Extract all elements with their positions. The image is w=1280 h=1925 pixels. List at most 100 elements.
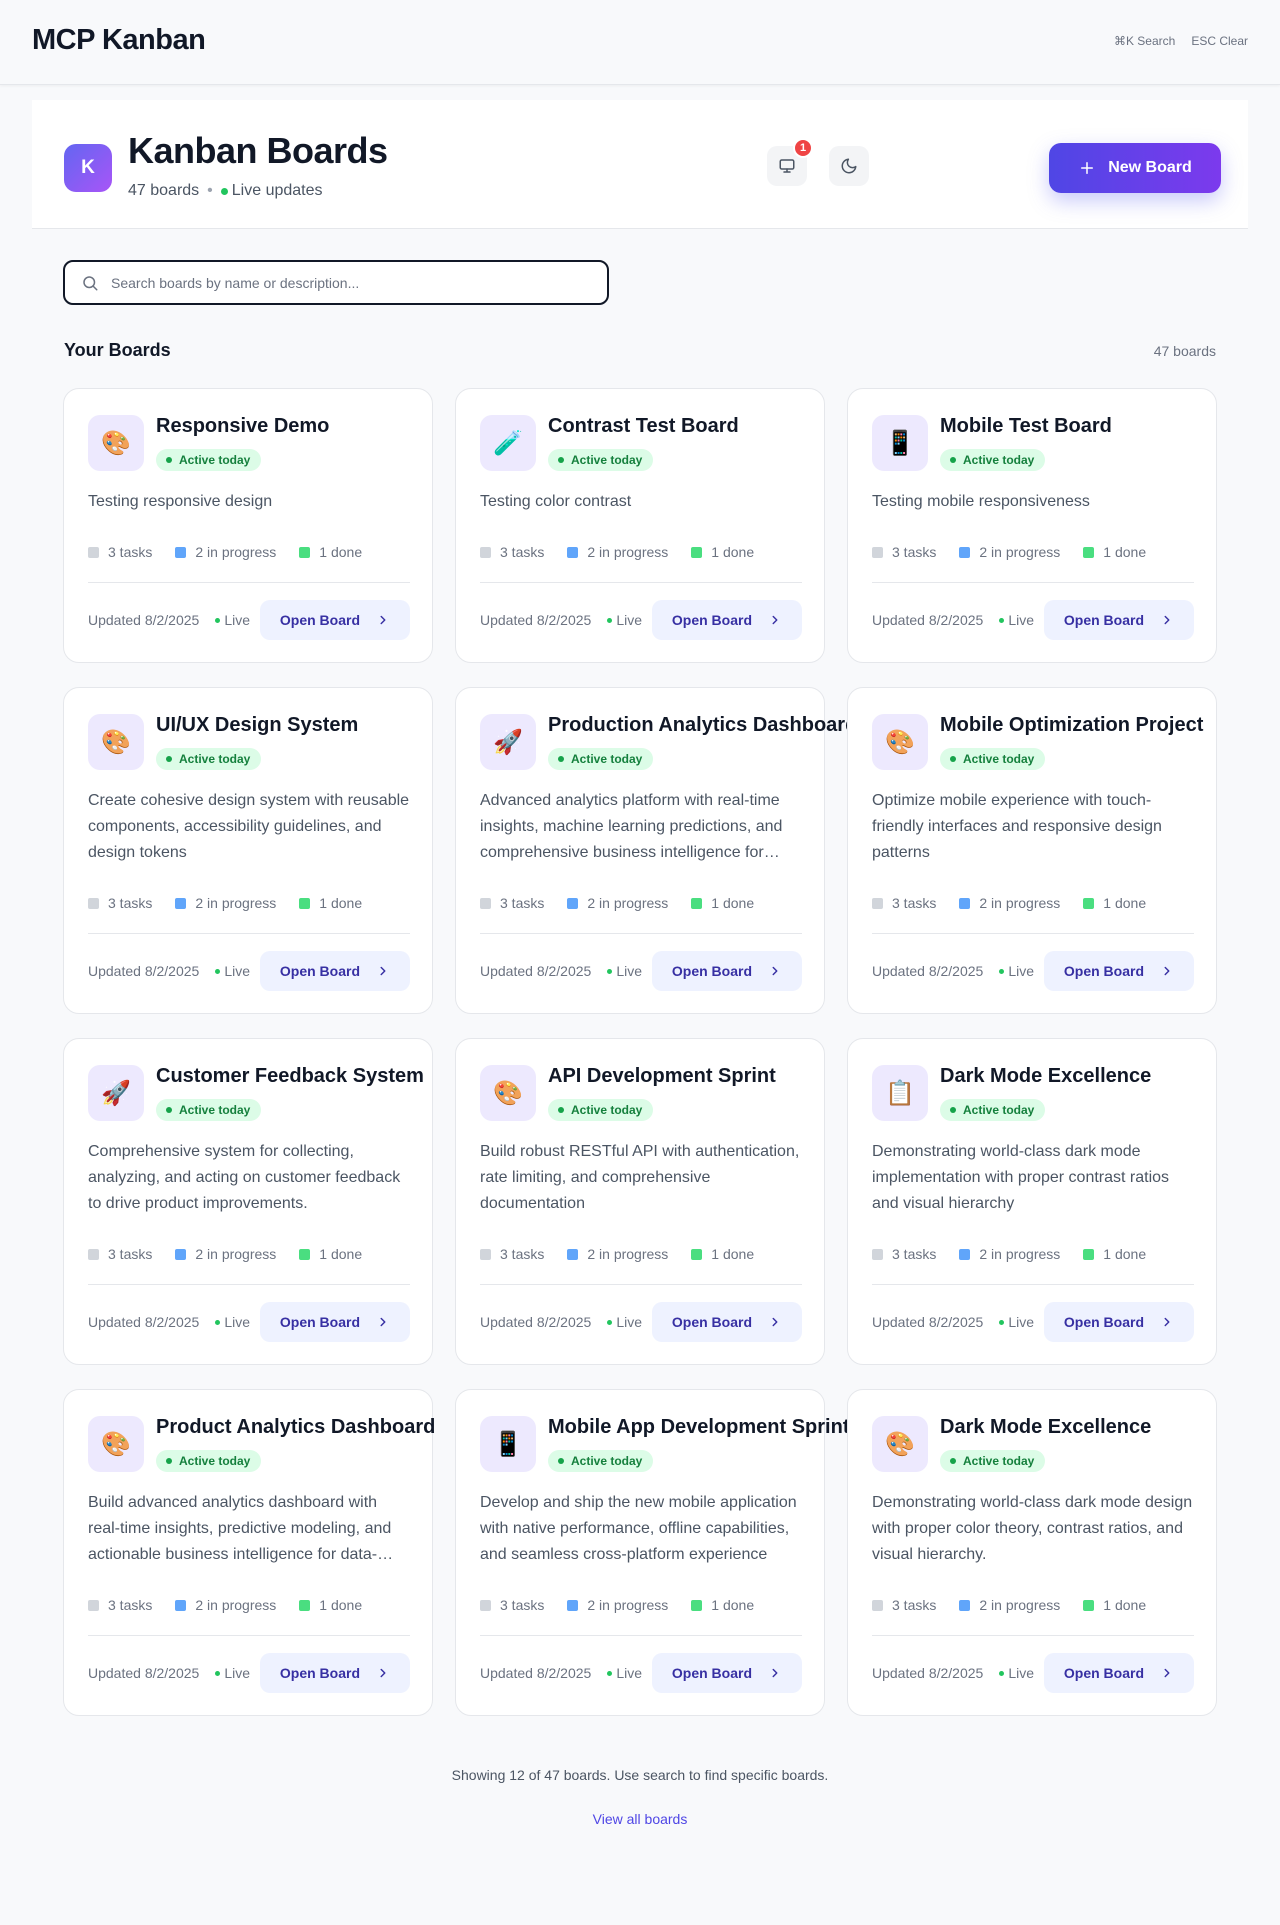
card-footer: Updated 8/2/2025 Live Open Board bbox=[480, 1302, 802, 1342]
board-card[interactable]: 🚀 Production Analytics Dashboard Active … bbox=[455, 687, 857, 1014]
card-divider bbox=[88, 1284, 410, 1285]
open-board-button[interactable]: Open Board bbox=[651, 1302, 802, 1342]
activity-badge: Active today bbox=[548, 748, 654, 770]
board-stats: 3 tasks 2 in progress 1 done bbox=[88, 1597, 362, 1613]
in-progress-swatch bbox=[567, 546, 579, 558]
board-card[interactable]: 📋 Dark Mode Excellence Active today Demo… bbox=[847, 1038, 1217, 1365]
card-footer: Updated 8/2/2025 Live Open Board bbox=[88, 951, 410, 991]
board-title: Mobile App Development Sprint bbox=[548, 1416, 850, 1438]
live-indicator: Live bbox=[999, 612, 1034, 628]
board-description: Comprehensive system for collecting, ana… bbox=[88, 1143, 401, 1212]
in-progress-stat: 2 in progress bbox=[567, 544, 668, 560]
board-card[interactable]: 🎨 Mobile Optimization Project Active tod… bbox=[847, 687, 1217, 1014]
done-count: 1 done bbox=[1103, 1597, 1147, 1613]
done-swatch bbox=[299, 1599, 311, 1611]
updated-date: Updated 8/2/2025 bbox=[872, 1665, 984, 1681]
tasks-swatch bbox=[872, 1599, 883, 1611]
open-board-button[interactable]: Open Board bbox=[259, 600, 410, 640]
in-progress-swatch bbox=[959, 1599, 971, 1611]
tasks-count: 3 tasks bbox=[892, 544, 937, 560]
live-indicator: Live bbox=[999, 1665, 1034, 1681]
board-stats: 3 tasks 2 in progress 1 done bbox=[88, 895, 362, 911]
tasks-count: 3 tasks bbox=[500, 1246, 545, 1262]
tasks-stat: 3 tasks bbox=[88, 1597, 152, 1613]
board-title: API Development Sprint bbox=[548, 1065, 776, 1087]
board-title: Mobile Optimization Project bbox=[940, 714, 1204, 736]
open-board-button[interactable]: Open Board bbox=[651, 951, 802, 991]
card-footer: Updated 8/2/2025 Live Open Board bbox=[872, 1302, 1194, 1342]
open-board-button[interactable]: Open Board bbox=[1043, 600, 1194, 640]
done-count: 1 done bbox=[1103, 544, 1147, 560]
board-card[interactable]: 🎨 Dark Mode Excellence Active today Demo… bbox=[847, 1389, 1217, 1716]
section-board-count: 47 boards bbox=[1153, 343, 1216, 359]
new-board-button[interactable]: New Board bbox=[1049, 143, 1221, 193]
board-description: Testing responsive design bbox=[88, 493, 273, 510]
open-board-label: Open Board bbox=[279, 963, 360, 979]
board-card[interactable]: 🎨 API Development Sprint Active today Bu… bbox=[455, 1038, 825, 1365]
board-card[interactable]: 🎨 Responsive Demo Active today Testing r… bbox=[63, 388, 433, 663]
open-board-label: Open Board bbox=[1063, 1665, 1144, 1681]
board-card[interactable]: 🎨 UI/UX Design System Active today Creat… bbox=[63, 687, 433, 1014]
activity-dot bbox=[166, 1107, 172, 1113]
open-board-button[interactable]: Open Board bbox=[1043, 1302, 1194, 1342]
open-board-button[interactable]: Open Board bbox=[259, 1653, 410, 1693]
live-label: Live bbox=[616, 1665, 643, 1681]
card-divider bbox=[480, 933, 802, 934]
card-footer: Updated 8/2/2025 Live Open Board bbox=[88, 600, 410, 640]
chevron-right-icon bbox=[380, 966, 386, 976]
tasks-swatch bbox=[480, 1599, 491, 1611]
board-stats: 3 tasks 2 in progress 1 done bbox=[872, 1246, 1146, 1262]
live-dot bbox=[215, 1670, 221, 1676]
board-card[interactable]: 🎨 Product Analytics Dashboard Active tod… bbox=[63, 1389, 435, 1716]
board-emoji-icon: 🧪 bbox=[480, 415, 536, 471]
card-divider bbox=[872, 1284, 1194, 1285]
live-updates-label: Live updates bbox=[231, 182, 323, 199]
open-board-button[interactable]: Open Board bbox=[1043, 951, 1194, 991]
in-progress-stat: 2 in progress bbox=[959, 895, 1060, 911]
live-label: Live bbox=[1008, 1314, 1035, 1330]
open-board-button[interactable]: Open Board bbox=[651, 600, 802, 640]
view-all-boards-link[interactable]: View all boards bbox=[32, 1811, 1248, 1827]
done-count: 1 done bbox=[1103, 1246, 1147, 1262]
in-progress-count: 2 in progress bbox=[587, 1597, 669, 1613]
theme-toggle-button[interactable] bbox=[829, 146, 869, 186]
board-card[interactable]: 📱 Mobile App Development Sprint Active t… bbox=[455, 1389, 850, 1716]
tasks-swatch bbox=[872, 897, 883, 909]
updated-date: Updated 8/2/2025 bbox=[872, 1314, 984, 1330]
search-box[interactable] bbox=[63, 260, 609, 305]
open-board-button[interactable]: Open Board bbox=[259, 951, 410, 991]
board-card[interactable]: 🚀 Customer Feedback System Active today … bbox=[63, 1038, 433, 1365]
board-card[interactable]: 📱 Mobile Test Board Active today Testing… bbox=[847, 388, 1217, 663]
in-progress-stat: 2 in progress bbox=[567, 1597, 668, 1613]
board-title: UI/UX Design System bbox=[156, 714, 359, 736]
board-emoji-icon: 🎨 bbox=[480, 1065, 536, 1121]
open-board-button[interactable]: Open Board bbox=[1043, 1653, 1194, 1693]
in-progress-swatch bbox=[959, 546, 971, 558]
tasks-swatch bbox=[88, 897, 99, 909]
live-status-dot bbox=[220, 187, 228, 195]
board-emoji-icon: 📱 bbox=[480, 1416, 536, 1472]
done-stat: 1 done bbox=[1083, 1597, 1146, 1613]
activity-badge: Active today bbox=[940, 449, 1046, 471]
open-board-button[interactable]: Open Board bbox=[651, 1653, 802, 1693]
done-stat: 1 done bbox=[299, 544, 362, 560]
board-emoji-icon: 🚀 bbox=[480, 714, 536, 770]
tasks-count: 3 tasks bbox=[500, 895, 545, 911]
open-board-label: Open Board bbox=[1063, 963, 1144, 979]
board-emoji-icon: 🎨 bbox=[872, 1416, 928, 1472]
in-progress-count: 2 in progress bbox=[587, 1246, 669, 1262]
chevron-right-icon bbox=[772, 1317, 778, 1327]
live-label: Live bbox=[616, 1314, 643, 1330]
tasks-count: 3 tasks bbox=[108, 1597, 153, 1613]
board-card[interactable]: 🧪 Contrast Test Board Active today Testi… bbox=[455, 388, 825, 663]
notifications-button[interactable]: 1 bbox=[767, 138, 813, 186]
in-progress-swatch bbox=[175, 1599, 187, 1611]
live-indicator: Live bbox=[215, 963, 250, 979]
new-board-label: New Board bbox=[1108, 159, 1192, 176]
card-footer: Updated 8/2/2025 Live Open Board bbox=[480, 600, 802, 640]
board-stats: 3 tasks 2 in progress 1 done bbox=[872, 895, 1146, 911]
search-input[interactable] bbox=[111, 274, 571, 291]
tasks-count: 3 tasks bbox=[500, 1597, 545, 1613]
in-progress-count: 2 in progress bbox=[587, 544, 669, 560]
open-board-button[interactable]: Open Board bbox=[259, 1302, 410, 1342]
